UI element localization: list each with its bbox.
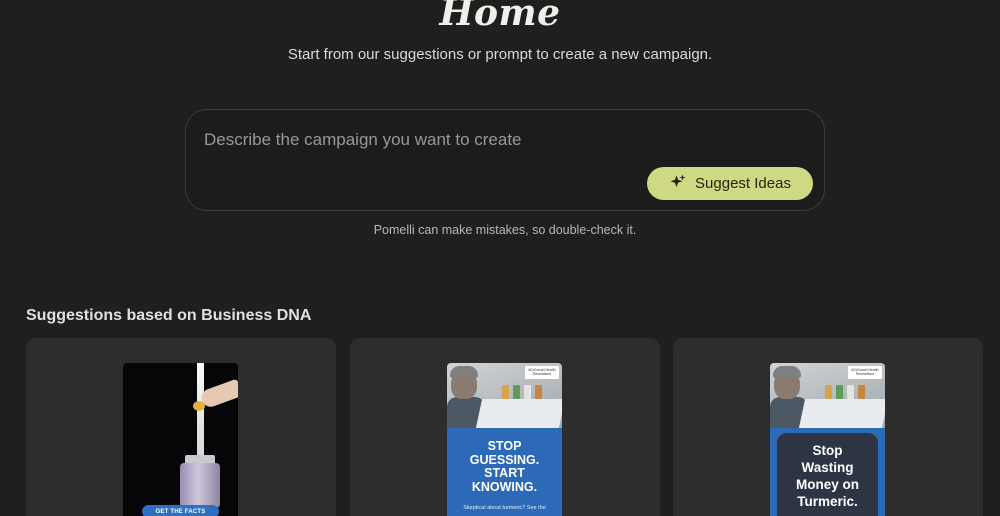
suggestion-card[interactable]: #DrGundri Health Revelations Stop Wastin…: [673, 338, 983, 516]
page-subtitle: Start from our suggestions or prompt to …: [287, 46, 713, 63]
thumbnail-photo: #DrGundri Health Revelations: [447, 363, 562, 428]
suggest-ideas-label: Suggest Ideas: [695, 175, 791, 192]
bottle-image: [502, 385, 509, 399]
home-page: Home Start from our suggestions or promp…: [0, 0, 1000, 516]
page-title: Home: [439, 0, 561, 34]
suggest-ideas-button[interactable]: Suggest Ideas: [647, 167, 813, 200]
thumbnail-cta: GET THE FACTS: [142, 505, 219, 516]
thumbnail-headline: STOP GUESSING. START KNOWING.: [469, 439, 540, 494]
thumbnail-headline-box: Stop Wasting Money on Turmeric.: [777, 433, 878, 516]
bottle-image: [535, 385, 542, 399]
thumbnail-panel: STOP GUESSING. START KNOWING. Skeptical …: [447, 428, 562, 516]
suggestions-heading: Suggestions based on Business DNA: [26, 307, 312, 324]
person-hair: [450, 366, 478, 378]
bottle-image: [847, 385, 854, 399]
sparkle-icon: [669, 173, 687, 195]
bottle-image: [524, 385, 531, 399]
supplement-bottle: [180, 463, 220, 508]
thumbnail-subtext: Skeptical about turmeric? See the: [463, 505, 546, 511]
bottle-image: [858, 385, 865, 399]
person-hair: [773, 366, 801, 378]
thumbnail-tag: #DrGundri Health Revelations: [525, 366, 559, 379]
thumbnail-tag: #DrGundri Health Revelations: [848, 366, 882, 379]
bottle-image: [825, 385, 832, 399]
suggestion-thumbnail: #DrGundri Health Revelations Stop Wastin…: [770, 363, 885, 516]
thumbnail-panel: Stop Wasting Money on Turmeric.: [770, 428, 885, 516]
thumbnail-headline: Stop Wasting Money on Turmeric.: [796, 443, 859, 509]
table-image: [798, 399, 885, 428]
suggestion-card[interactable]: #DrGundri Health Revelations STOP GUESSI…: [350, 338, 660, 516]
table-image: [475, 399, 562, 428]
campaign-prompt-box: Suggest Ideas: [185, 109, 825, 211]
bottle-image: [836, 385, 843, 399]
thumbnail-photo: #DrGundri Health Revelations: [770, 363, 885, 428]
campaign-prompt-input[interactable]: [204, 126, 804, 154]
disclaimer-text: Pomelli can make mistakes, so double-che…: [373, 223, 637, 237]
bottle-image: [513, 385, 520, 399]
suggestion-card[interactable]: GET THE FACTS: [26, 338, 336, 516]
suggestion-thumbnail: GET THE FACTS: [123, 363, 238, 516]
suggestion-thumbnail: #DrGundri Health Revelations STOP GUESSI…: [447, 363, 562, 516]
capsule-image: [193, 401, 205, 411]
